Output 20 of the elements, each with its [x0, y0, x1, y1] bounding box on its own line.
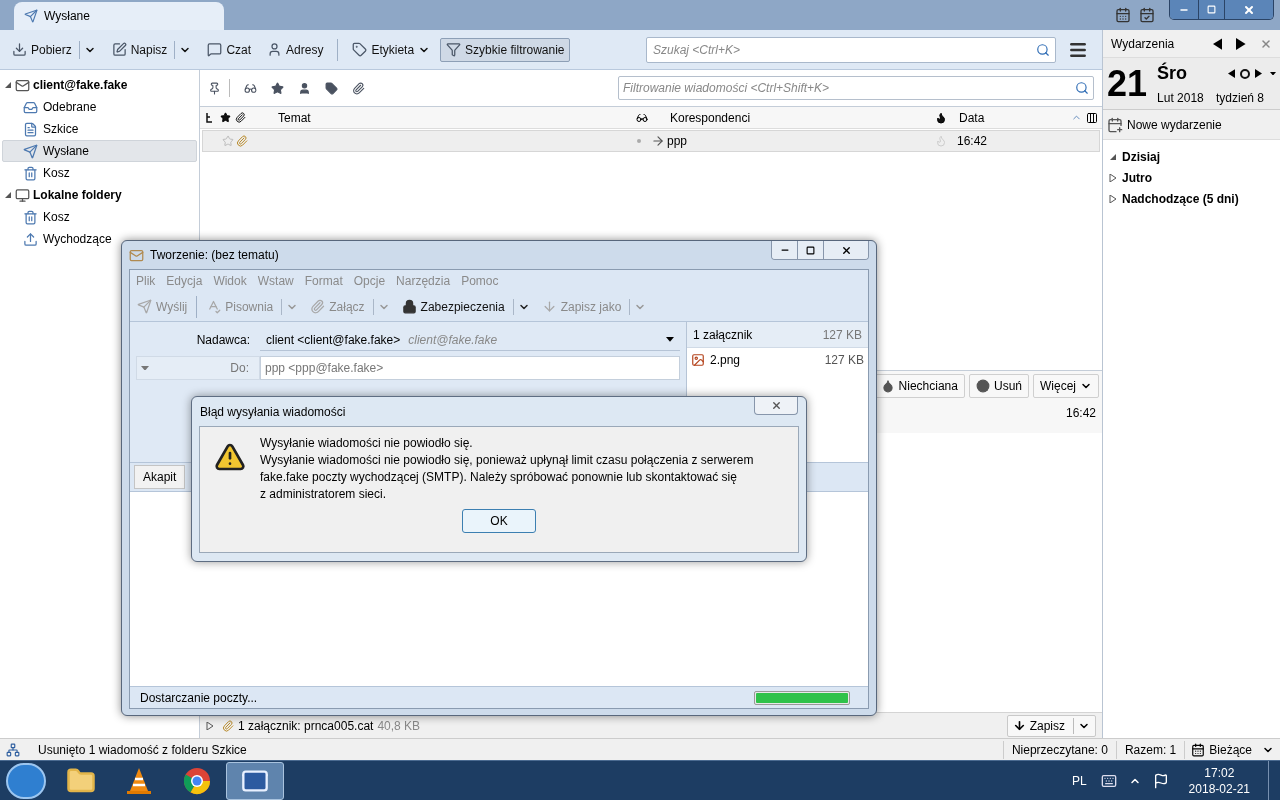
status-message: Usunięto 1 wiadomość z folderu Szkice — [38, 741, 248, 759]
week-label: tydzień 8 — [1215, 90, 1264, 107]
attachment-size: 40,8 KB — [377, 717, 421, 735]
total-count: Razem: 1 — [1115, 740, 1185, 759]
dialog-title: Błąd wysyłania wiadomości — [200, 403, 347, 421]
window-title: Tworzenie: (bez tematu) — [150, 247, 280, 264]
field-label: Do: — [230, 360, 249, 377]
date-cell-text: 16:42 — [957, 133, 988, 150]
attachment-count: 1 załącznik — [693, 326, 753, 344]
correspondent-cell-text: ppp — [667, 133, 689, 150]
day-number: 21 — [1107, 65, 1148, 102]
unread-count: Nieprzeczytane: 0 — [1002, 740, 1116, 759]
message-time: 16:42 — [1065, 405, 1096, 422]
weekday-label: Śro — [1157, 61, 1189, 85]
status-text: Dostarczanie poczty... — [140, 689, 259, 707]
pane-title: Wydarzenia — [1111, 35, 1176, 53]
error-message: Wysyłanie wiadomości nie powiodło się. Wysyłanie wiadomości nie powiodło się, ponieważ upłynął limit czasu połączenia z serwerem fake.fake poczty wychodzącej (SMTP). Należy spróbować ponownie lub skontaktować się z administratorem sieci. — [260, 435, 754, 503]
attachment-size: 127 KB — [822, 326, 862, 344]
field-label: Nadawca: — [195, 332, 251, 349]
month-label: Lut 2018 — [1157, 90, 1204, 107]
